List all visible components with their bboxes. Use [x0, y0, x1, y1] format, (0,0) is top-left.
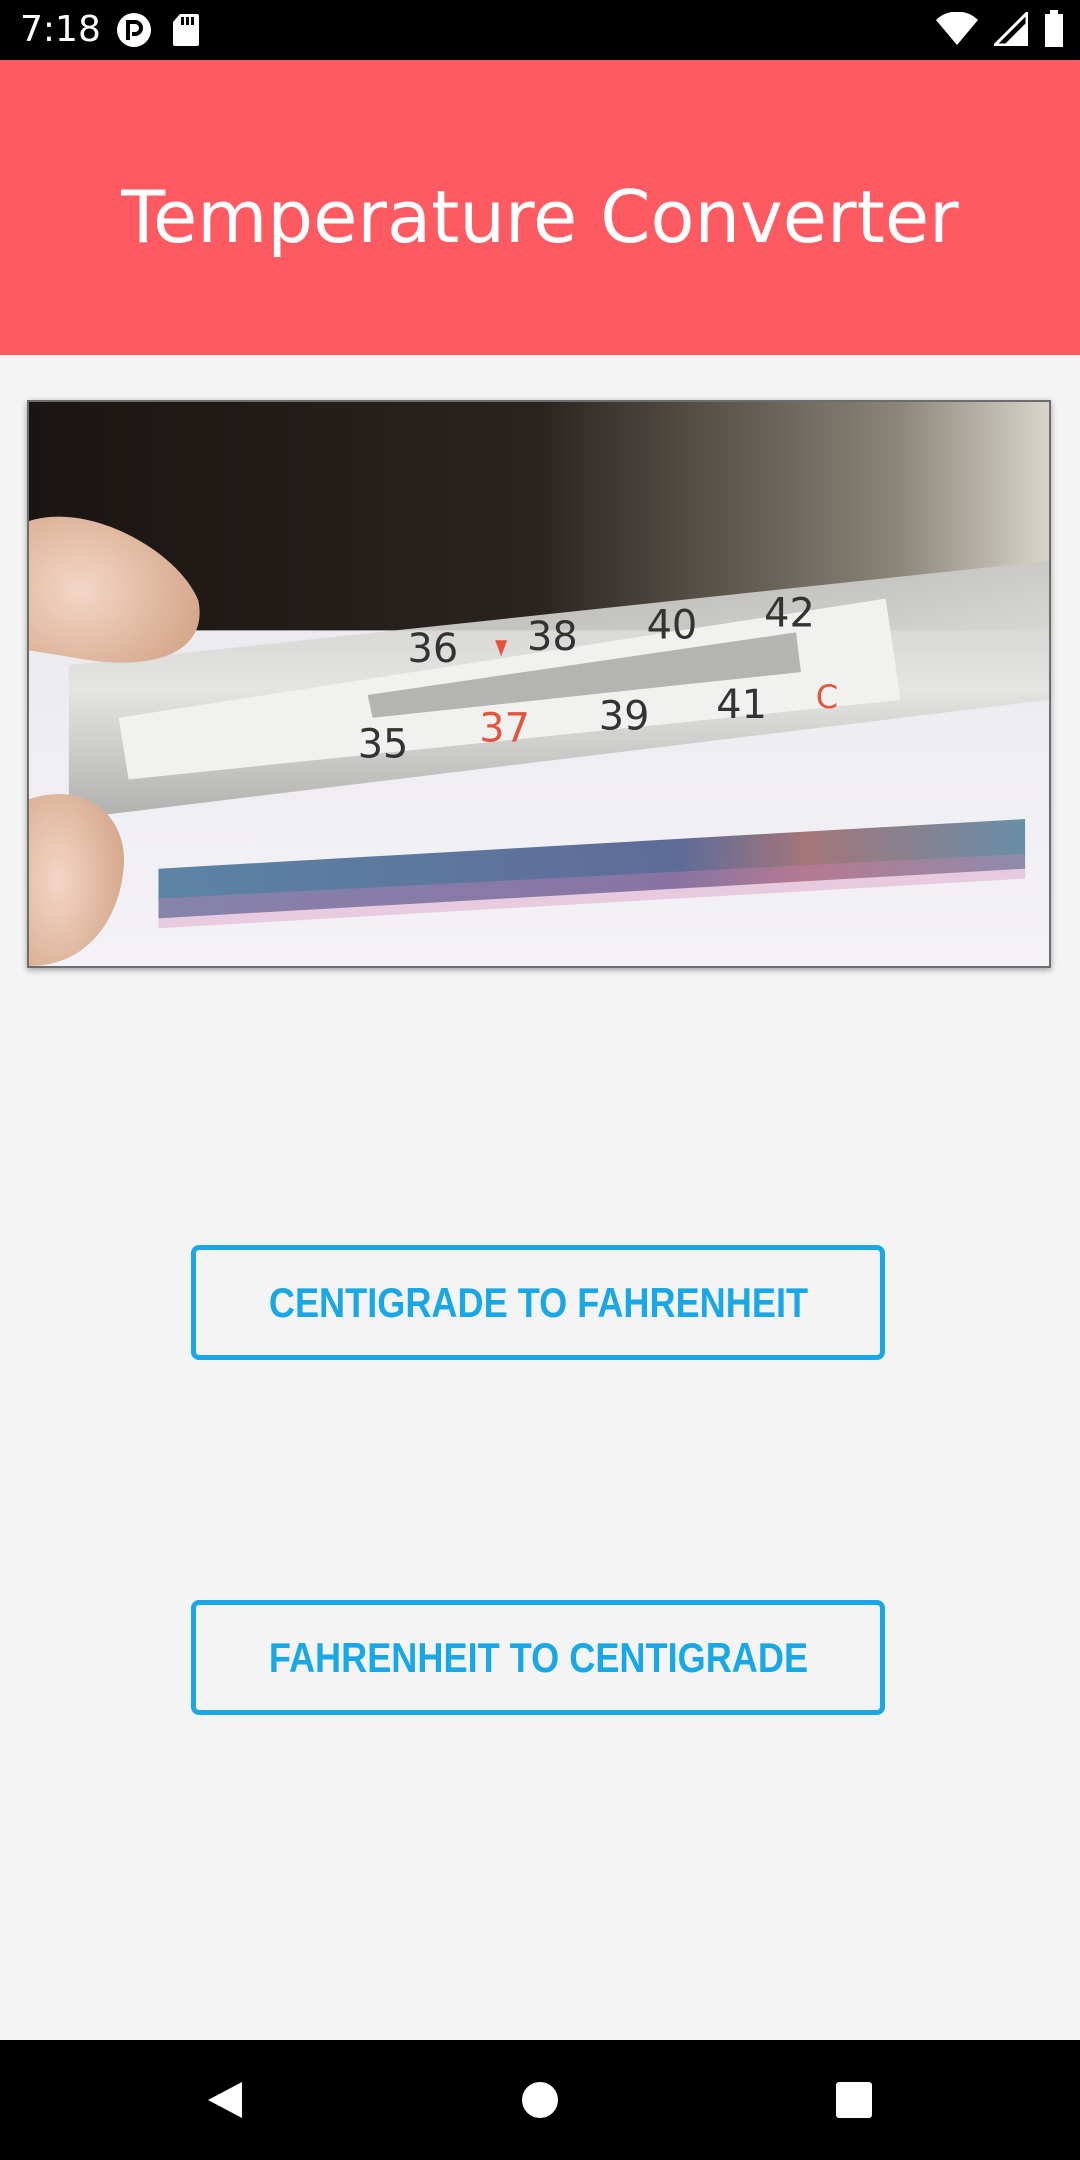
app-bar: Temperature Converter — [0, 60, 1080, 355]
home-icon[interactable] — [518, 2078, 562, 2122]
status-time: 7:18 — [20, 9, 101, 50]
battery-icon — [1045, 10, 1063, 47]
recents-icon[interactable] — [832, 2078, 876, 2122]
back-icon[interactable] — [204, 2078, 248, 2122]
scale-label-38: 38 — [527, 614, 578, 660]
scale-label-42: 42 — [764, 590, 815, 636]
scale-label-39: 39 — [599, 694, 650, 740]
wifi-icon — [936, 12, 978, 45]
thermometer-image: 36 38 40 42 35 37 39 41 C — [29, 402, 1049, 966]
navigation-bar — [0, 2040, 1080, 2160]
scale-label-40: 40 — [647, 602, 698, 648]
scale-unit-label: C — [816, 678, 838, 716]
centigrade-to-fahrenheit-button[interactable]: CENTIGRADE TO FAHRENHEIT — [191, 1245, 885, 1360]
centigrade-to-fahrenheit-label: CENTIGRADE TO FAHRENHEIT — [268, 1278, 808, 1326]
scale-label-37: 37 — [479, 706, 530, 752]
scale-label-35: 35 — [358, 722, 409, 768]
page-title: Temperature Converter — [121, 175, 959, 259]
fahrenheit-to-centigrade-button[interactable]: FAHRENHEIT TO CENTIGRADE — [191, 1600, 885, 1715]
status-bar: 7:18 — [0, 0, 1080, 60]
scale-label-41: 41 — [716, 682, 767, 728]
thermometer-photo: 36 38 40 42 35 37 39 41 C — [27, 400, 1051, 968]
scale-label-36: 36 — [408, 626, 459, 672]
pocket-cast-icon — [117, 13, 151, 47]
signal-icon — [994, 12, 1028, 46]
sd-card-icon — [173, 14, 199, 46]
fahrenheit-to-centigrade-label: FAHRENHEIT TO CENTIGRADE — [268, 1633, 808, 1681]
